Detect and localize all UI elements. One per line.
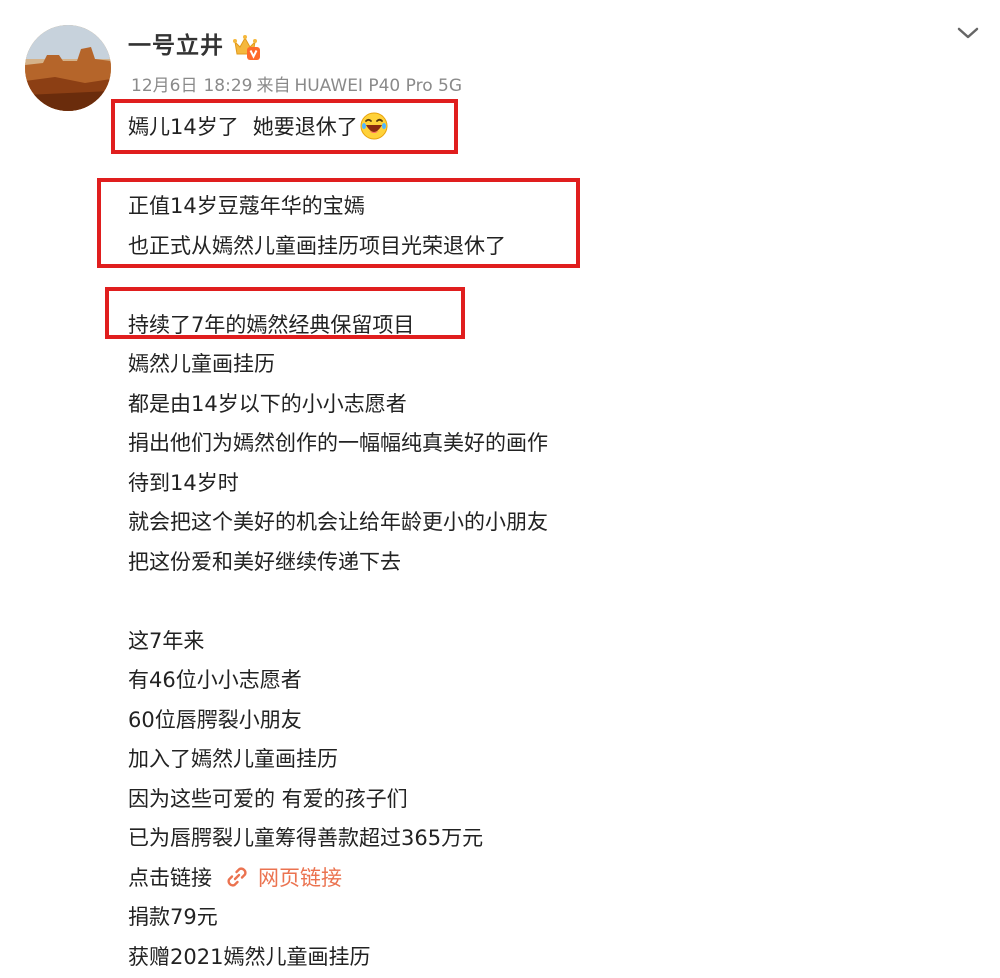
body-line-13: 60位唇腭裂小朋友 (128, 707, 302, 732)
post-line: 也正式从嫣然儿童画挂历项目光荣退休了 (128, 227, 948, 267)
body-line-14: 加入了嫣然儿童画挂历 (128, 747, 338, 771)
post-line: 60位唇腭裂小朋友 (128, 701, 948, 741)
body-line-4: 持续了7年的嫣然经典保留项目 (128, 312, 415, 337)
post-body: 嫣儿14岁了 她要退休了 正值14岁豆蔻年华的宝嫣 也正式从嫣然儿童画挂历项目光荣… (128, 108, 948, 977)
desert-mesa-avatar (25, 25, 111, 111)
weibo-post: 一号立井 12月6日 18:29 来自 HUAWEI P40 Pro 5G 嫣儿14岁… (0, 0, 1000, 978)
body-line-10: 把这份爱和美好继续传递下去 (128, 549, 401, 574)
chevron-down-icon[interactable] (952, 20, 984, 46)
post-device[interactable]: HUAWEI P40 Pro 5G (294, 76, 462, 96)
body-line-12: 有46位小小志愿者 (128, 668, 302, 692)
body-line-16: 已为唇腭裂儿童筹得善款超过365万元 (128, 826, 484, 850)
author-name[interactable]: 一号立井 (128, 30, 224, 62)
post-date[interactable]: 12月6日 (131, 76, 197, 96)
post-line: 获赠2021嫣然儿童画挂历 (128, 938, 948, 978)
vip-crown-badge-icon[interactable] (232, 34, 262, 62)
post-line: 加入了嫣然儿童画挂历 (128, 740, 948, 780)
post-line: 因为这些可爱的 有爱的孩子们 (128, 780, 948, 820)
body-line-3: 也正式从嫣然儿童画挂历项目光荣退休了 (128, 233, 506, 258)
body-line-6: 都是由14岁以下的小小志愿者 (128, 391, 407, 416)
post-line: 嫣然儿童画挂历 (128, 345, 948, 385)
post-line: 点击链接 网页链接 (128, 859, 948, 899)
post-line: 捐款79元 (128, 898, 948, 938)
post-line: 已为唇腭裂儿童筹得善款超过365万元 (128, 819, 948, 859)
web-link[interactable]: 网页链接 (258, 866, 342, 890)
post-line: 就会把这个美好的机会让给年龄更小的小朋友 (128, 503, 948, 543)
body-line-1a: 嫣儿14岁了 (128, 115, 239, 139)
body-line-18: 捐款79元 (128, 905, 218, 929)
body-line-7: 捐出他们为嫣然创作的一幅幅纯真美好的画作 (128, 431, 548, 455)
post-line: 这7年来 (128, 622, 948, 662)
body-line-1b: 她要退休了 (252, 115, 358, 139)
post-time[interactable]: 18:29 (203, 76, 252, 96)
avatar[interactable] (25, 25, 111, 111)
post-meta: 12月6日 18:29 来自 HUAWEI P40 Pro 5G (131, 74, 462, 98)
post-line: 待到14岁时 (128, 464, 948, 504)
post-line: 都是由14岁以下的小小志愿者 (128, 385, 948, 425)
post-line: 持续了7年的嫣然经典保留项目 (128, 306, 948, 346)
post-source-prefix: 来自 (256, 76, 291, 96)
post-line: 有46位小小志愿者 (128, 661, 948, 701)
laughing-crying-emoji-icon (360, 112, 388, 140)
body-line-11: 这7年来 (128, 628, 205, 653)
body-line-2: 正值14岁豆蔻年华的宝嫣 (128, 194, 365, 218)
post-line: 把这份爱和美好继续传递下去 (128, 543, 948, 583)
post-line: 正值14岁豆蔻年华的宝嫣 (128, 187, 948, 227)
body-line-15: 因为这些可爱的 有爱的孩子们 (128, 786, 408, 811)
body-line-8: 待到14岁时 (128, 470, 239, 495)
body-line-5: 嫣然儿童画挂历 (128, 352, 275, 376)
post-line: 捐出他们为嫣然创作的一幅幅纯真美好的画作 (128, 424, 948, 464)
body-line-9: 就会把这个美好的机会让给年龄更小的小朋友 (128, 510, 548, 534)
body-line-19: 获赠2021嫣然儿童画挂历 (128, 944, 371, 969)
body-line-17: 点击链接 (128, 865, 212, 890)
link-icon[interactable] (224, 864, 250, 890)
post-line: 嫣儿14岁了 她要退休了 (128, 108, 948, 148)
